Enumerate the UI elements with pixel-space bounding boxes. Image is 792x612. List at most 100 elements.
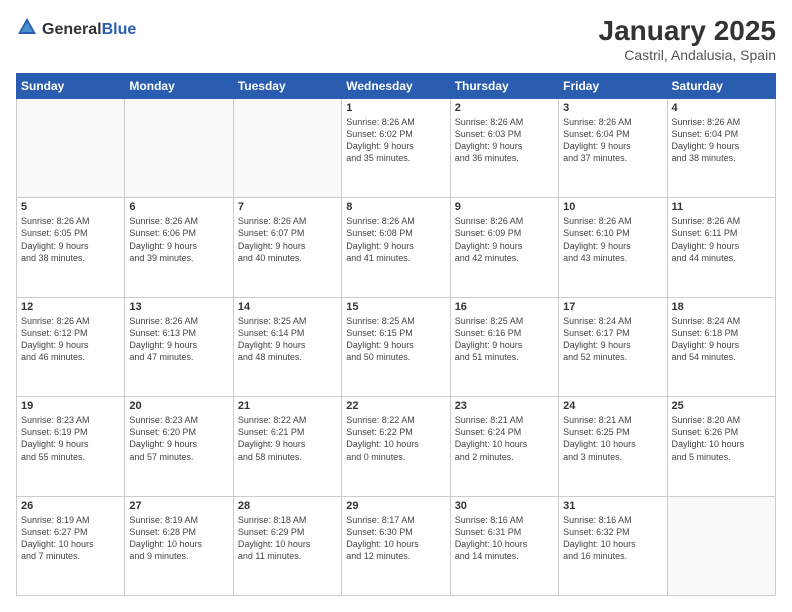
day-info: Sunrise: 8:17 AM Sunset: 6:30 PM Dayligh… bbox=[346, 514, 445, 563]
day-info: Sunrise: 8:23 AM Sunset: 6:20 PM Dayligh… bbox=[129, 414, 228, 463]
calendar-cell: 17Sunrise: 8:24 AM Sunset: 6:17 PM Dayli… bbox=[559, 297, 667, 396]
day-number: 30 bbox=[455, 500, 554, 512]
week-row: 26 Sunrise: 8:19 AM Sunset: 6:27 PM Dayli… bbox=[17, 496, 776, 595]
day-info: Sunrise: 8:26 AM Sunset: 6:05 PM Dayligh… bbox=[21, 215, 120, 264]
day-number: 22 bbox=[346, 400, 445, 412]
day-number: 7 bbox=[238, 201, 337, 213]
calendar-cell: 6Sunrise: 8:26 AM Sunset: 6:06 PM Daylig… bbox=[125, 198, 233, 297]
calendar-cell bbox=[233, 98, 341, 197]
week-row: 12 Sunrise: 8:26 AM Sunset: 6:12 PM Dayli… bbox=[17, 297, 776, 396]
day-info: Sunrise: 8:26 AM Sunset: 6:08 PM Dayligh… bbox=[346, 215, 445, 264]
calendar-cell: 27Sunrise: 8:19 AM Sunset: 6:28 PM Dayli… bbox=[125, 496, 233, 595]
week-row: 19Sunrise: 8:23 AM Sunset: 6:19 PM Dayli… bbox=[17, 397, 776, 496]
day-info: Sunrise: 8:19 AM Sunset: 6:27 PM Dayligh… bbox=[21, 514, 120, 563]
calendar-cell bbox=[667, 496, 775, 595]
day-of-week-header: Tuesday bbox=[233, 73, 341, 98]
calendar-cell: 15Sunrise: 8:25 AM Sunset: 6:15 PM Dayli… bbox=[342, 297, 450, 396]
day-info: Sunrise: 8:25 AM Sunset: 6:14 PM Dayligh… bbox=[238, 315, 337, 364]
day-info: Sunrise: 8:23 AM Sunset: 6:19 PM Dayligh… bbox=[21, 414, 120, 463]
day-info: Sunrise: 8:21 AM Sunset: 6:24 PM Dayligh… bbox=[455, 414, 554, 463]
day-number: 12 bbox=[21, 301, 120, 313]
calendar-cell bbox=[17, 98, 125, 197]
day-number: 10 bbox=[563, 201, 662, 213]
page-subtitle: Castril, Andalusia, Spain bbox=[599, 47, 776, 63]
day-of-week-header: Thursday bbox=[450, 73, 558, 98]
day-number: 11 bbox=[672, 201, 771, 213]
calendar-cell: 20 Sunrise: 8:23 AM Sunset: 6:20 PM Dayli… bbox=[125, 397, 233, 496]
day-info: Sunrise: 8:26 AM Sunset: 6:03 PM Dayligh… bbox=[455, 116, 554, 165]
day-number: 20 bbox=[129, 400, 228, 412]
day-info: Sunrise: 8:26 AM Sunset: 6:04 PM Dayligh… bbox=[672, 116, 771, 165]
calendar-cell: 7 Sunrise: 8:26 AM Sunset: 6:07 PM Daylig… bbox=[233, 198, 341, 297]
day-of-week-header: Friday bbox=[559, 73, 667, 98]
calendar-cell: 31 Sunrise: 8:16 AM Sunset: 6:32 PM Dayli… bbox=[559, 496, 667, 595]
day-info: Sunrise: 8:26 AM Sunset: 6:10 PM Dayligh… bbox=[563, 215, 662, 264]
day-info: Sunrise: 8:21 AM Sunset: 6:25 PM Dayligh… bbox=[563, 414, 662, 463]
day-info: Sunrise: 8:25 AM Sunset: 6:16 PM Dayligh… bbox=[455, 315, 554, 364]
day-number: 2 bbox=[455, 102, 554, 114]
day-number: 21 bbox=[238, 400, 337, 412]
day-info: Sunrise: 8:26 AM Sunset: 6:07 PM Dayligh… bbox=[238, 215, 337, 264]
calendar-cell: 4 Sunrise: 8:26 AM Sunset: 6:04 PM Daylig… bbox=[667, 98, 775, 197]
calendar-header-row: SundayMondayTuesdayWednesdayThursdayFrid… bbox=[17, 73, 776, 98]
calendar-cell: 30Sunrise: 8:16 AM Sunset: 6:31 PM Dayli… bbox=[450, 496, 558, 595]
day-info: Sunrise: 8:26 AM Sunset: 6:13 PM Dayligh… bbox=[129, 315, 228, 364]
day-number: 27 bbox=[129, 500, 228, 512]
day-info: Sunrise: 8:26 AM Sunset: 6:04 PM Dayligh… bbox=[563, 116, 662, 165]
calendar-cell: 18Sunrise: 8:24 AM Sunset: 6:18 PM Dayli… bbox=[667, 297, 775, 396]
calendar-cell: 13 Sunrise: 8:26 AM Sunset: 6:13 PM Dayli… bbox=[125, 297, 233, 396]
calendar-cell: 8 Sunrise: 8:26 AM Sunset: 6:08 PM Daylig… bbox=[342, 198, 450, 297]
title-block: January 2025 Castril, Andalusia, Spain bbox=[599, 16, 776, 63]
calendar-cell bbox=[125, 98, 233, 197]
day-info: Sunrise: 8:26 AM Sunset: 6:11 PM Dayligh… bbox=[672, 215, 771, 264]
calendar-cell: 25 Sunrise: 8:20 AM Sunset: 6:26 PM Dayli… bbox=[667, 397, 775, 496]
day-number: 25 bbox=[672, 400, 771, 412]
day-number: 14 bbox=[238, 301, 337, 313]
calendar-cell: 21 Sunrise: 8:22 AM Sunset: 6:21 PM Dayli… bbox=[233, 397, 341, 496]
day-info: Sunrise: 8:18 AM Sunset: 6:29 PM Dayligh… bbox=[238, 514, 337, 563]
calendar-cell: 12 Sunrise: 8:26 AM Sunset: 6:12 PM Dayli… bbox=[17, 297, 125, 396]
day-number: 1 bbox=[346, 102, 445, 114]
day-number: 8 bbox=[346, 201, 445, 213]
calendar-cell: 16 Sunrise: 8:25 AM Sunset: 6:16 PM Dayli… bbox=[450, 297, 558, 396]
calendar: SundayMondayTuesdayWednesdayThursdayFrid… bbox=[16, 73, 776, 596]
day-number: 4 bbox=[672, 102, 771, 114]
day-of-week-header: Wednesday bbox=[342, 73, 450, 98]
day-number: 24 bbox=[563, 400, 662, 412]
page-title: January 2025 bbox=[599, 16, 776, 47]
calendar-cell: 3 Sunrise: 8:26 AM Sunset: 6:04 PM Daylig… bbox=[559, 98, 667, 197]
calendar-cell: 24 Sunrise: 8:21 AM Sunset: 6:25 PM Dayli… bbox=[559, 397, 667, 496]
day-number: 9 bbox=[455, 201, 554, 213]
week-row: 1 Sunrise: 8:26 AM Sunset: 6:02 PM Daylig… bbox=[17, 98, 776, 197]
logo-blue: Blue bbox=[102, 21, 137, 38]
day-info: Sunrise: 8:26 AM Sunset: 6:02 PM Dayligh… bbox=[346, 116, 445, 165]
day-number: 28 bbox=[238, 500, 337, 512]
day-number: 16 bbox=[455, 301, 554, 313]
day-number: 3 bbox=[563, 102, 662, 114]
day-number: 13 bbox=[129, 301, 228, 313]
day-info: Sunrise: 8:26 AM Sunset: 6:09 PM Dayligh… bbox=[455, 215, 554, 264]
day-number: 18 bbox=[672, 301, 771, 313]
calendar-cell: 19Sunrise: 8:23 AM Sunset: 6:19 PM Dayli… bbox=[17, 397, 125, 496]
calendar-cell: 26 Sunrise: 8:19 AM Sunset: 6:27 PM Dayli… bbox=[17, 496, 125, 595]
page: GeneralBlue January 2025 Castril, Andalu… bbox=[0, 0, 792, 612]
day-of-week-header: Sunday bbox=[17, 73, 125, 98]
day-number: 31 bbox=[563, 500, 662, 512]
day-of-week-header: Monday bbox=[125, 73, 233, 98]
day-info: Sunrise: 8:25 AM Sunset: 6:15 PM Dayligh… bbox=[346, 315, 445, 364]
day-number: 5 bbox=[21, 201, 120, 213]
week-row: 5 Sunrise: 8:26 AM Sunset: 6:05 PM Daylig… bbox=[17, 198, 776, 297]
day-info: Sunrise: 8:22 AM Sunset: 6:21 PM Dayligh… bbox=[238, 414, 337, 463]
day-number: 29 bbox=[346, 500, 445, 512]
calendar-cell: 10 Sunrise: 8:26 AM Sunset: 6:10 PM Dayli… bbox=[559, 198, 667, 297]
calendar-cell: 2 Sunrise: 8:26 AM Sunset: 6:03 PM Daylig… bbox=[450, 98, 558, 197]
calendar-cell: 9 Sunrise: 8:26 AM Sunset: 6:09 PM Daylig… bbox=[450, 198, 558, 297]
day-number: 26 bbox=[21, 500, 120, 512]
calendar-cell: 1 Sunrise: 8:26 AM Sunset: 6:02 PM Daylig… bbox=[342, 98, 450, 197]
calendar-cell: 28 Sunrise: 8:18 AM Sunset: 6:29 PM Dayli… bbox=[233, 496, 341, 595]
day-info: Sunrise: 8:26 AM Sunset: 6:12 PM Dayligh… bbox=[21, 315, 120, 364]
calendar-cell: 29 Sunrise: 8:17 AM Sunset: 6:30 PM Dayli… bbox=[342, 496, 450, 595]
day-info: Sunrise: 8:20 AM Sunset: 6:26 PM Dayligh… bbox=[672, 414, 771, 463]
day-info: Sunrise: 8:16 AM Sunset: 6:32 PM Dayligh… bbox=[563, 514, 662, 563]
header: GeneralBlue January 2025 Castril, Andalu… bbox=[16, 16, 776, 63]
